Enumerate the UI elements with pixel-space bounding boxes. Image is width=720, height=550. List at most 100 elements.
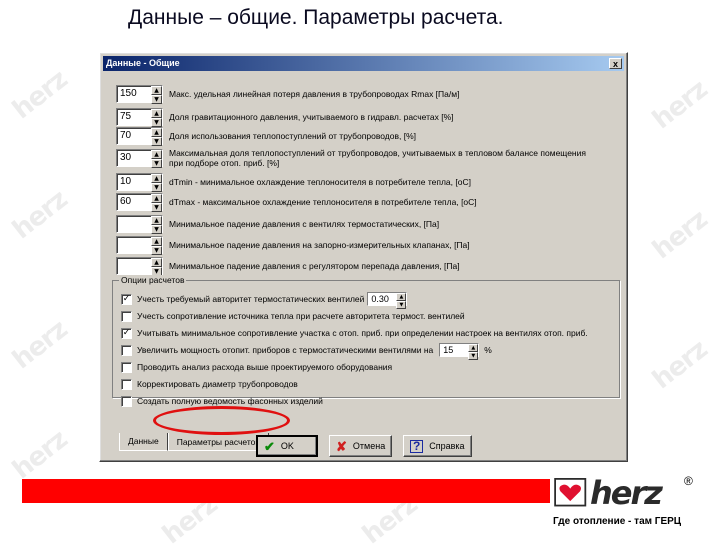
footer-red-bar xyxy=(22,479,550,503)
option-checkbox-row[interactable]: Учесть сопротивление источника тепла при… xyxy=(121,309,465,323)
option-checkbox-row[interactable]: Корректировать диаметр трубопроводов xyxy=(121,377,298,391)
watermark-logo: herz xyxy=(7,184,73,246)
settings-dialog: Данные - Общие x 150 ▲ ▼ Макс. удельная ли… xyxy=(99,52,628,462)
param-row: 30 ▲ ▼ Максимальная доля теплопоступлений … xyxy=(116,147,589,169)
herz-brand-text: herz xyxy=(590,474,663,512)
param-label: Минимальное падение давления на запорно-… xyxy=(169,240,470,250)
param-row: 75 ▲ ▼ Доля гравитационного давления, учит… xyxy=(116,108,454,127)
spin-up-icon[interactable]: ▲ xyxy=(151,194,162,203)
spin-down-icon[interactable]: ▼ xyxy=(151,159,162,168)
ok-label: OK xyxy=(280,441,294,451)
option-label: Проводить анализ расхода выше проектируе… xyxy=(137,362,393,372)
cancel-label: Отмена xyxy=(352,441,386,451)
param-spinner[interactable]: 70 ▲ ▼ xyxy=(116,127,163,146)
param-spinner[interactable]: 60 ▲ ▼ xyxy=(116,193,163,212)
watermark-logo: herz xyxy=(7,314,73,376)
param-row: 60 ▲ ▼ dTmax - максимальное охлаждение теп… xyxy=(116,193,477,212)
help-button[interactable]: ? Справка xyxy=(403,435,472,457)
spin-down-icon[interactable]: ▼ xyxy=(151,118,162,127)
dialog-title: Данные - Общие xyxy=(106,58,180,68)
options-group: Опции расчетов ✓ Учесть требуемый автори… xyxy=(112,275,620,407)
checkbox[interactable] xyxy=(121,344,132,356)
checkbox[interactable] xyxy=(121,310,132,322)
spin-up-icon[interactable]: ▲ xyxy=(151,86,162,95)
checkbox[interactable]: ✓ xyxy=(121,327,132,339)
spin-down-icon[interactable]: ▼ xyxy=(151,225,162,234)
param-label: Минимальное падение давления с вентилях … xyxy=(169,219,440,229)
param-spinner[interactable]: ▲ ▼ xyxy=(116,257,163,276)
param-row: ▲ ▼ Минимальное падение давления с регуля… xyxy=(116,257,460,276)
power-increase-spinner[interactable]: 15 ▲ ▼ xyxy=(439,343,480,360)
option-checkbox-row[interactable]: ✓ Учесть требуемый авторитет термостатич… xyxy=(121,292,408,309)
param-spinner[interactable]: ▲ ▼ xyxy=(116,236,163,255)
spin-down-icon[interactable]: ▼ xyxy=(396,301,407,309)
option-label: Учесть сопротивление источника тепла при… xyxy=(137,311,465,321)
param-row: 10 ▲ ▼ dTmin - минимальное охлаждение тепл… xyxy=(116,173,471,192)
spin-down-icon[interactable]: ▼ xyxy=(468,352,479,360)
param-spinner[interactable]: 150 ▲ ▼ xyxy=(116,85,163,104)
spin-down-icon[interactable]: ▼ xyxy=(151,246,162,255)
param-row: 70 ▲ ▼ Доля использования теплопоступлений… xyxy=(116,127,416,146)
spin-down-icon[interactable]: ▼ xyxy=(151,183,162,192)
spin-up-icon[interactable]: ▲ xyxy=(151,174,162,183)
option-label: Увеличить мощность отопит. приборов с те… xyxy=(137,345,434,355)
option-checkbox-row[interactable]: Проводить анализ расхода выше проектируе… xyxy=(121,360,392,374)
watermark-logo: herz xyxy=(647,204,713,266)
checkbox[interactable] xyxy=(121,361,132,373)
param-spinner[interactable]: 30 ▲ ▼ xyxy=(116,149,163,168)
dialog-titlebar[interactable]: Данные - Общие x xyxy=(103,56,624,71)
spin-down-icon[interactable]: ▼ xyxy=(151,203,162,212)
watermark-logo: herz xyxy=(7,64,73,126)
tab-panel-parameters: 150 ▲ ▼ Макс. удельная линейная потеря дав… xyxy=(107,77,620,463)
option-checkbox-row[interactable]: ✓ Учитывать минимальное сопротивление уч… xyxy=(121,326,588,340)
authority-spinner[interactable]: 0.30 ▲ ▼ xyxy=(367,292,408,309)
spin-up-icon[interactable]: ▲ xyxy=(151,150,162,159)
ok-button[interactable]: ✔ OK xyxy=(256,435,318,457)
spin-up-icon[interactable]: ▲ xyxy=(151,109,162,118)
close-button[interactable]: x xyxy=(609,58,622,69)
param-row: ▲ ▼ Минимальное падение давления на запор… xyxy=(116,236,470,255)
watermark-logo: herz xyxy=(7,424,73,486)
slide-title: Данные – общие. Параметры расчета. xyxy=(128,6,504,29)
option-checkbox-row[interactable]: Увеличить мощность отопит. приборов с те… xyxy=(121,343,492,360)
param-row: ▲ ▼ Минимальное падение давления с вентил… xyxy=(116,215,440,234)
spin-up-icon[interactable]: ▲ xyxy=(396,293,407,301)
cross-icon: ✘ xyxy=(336,438,347,454)
param-label: Макс. удельная линейная потеря давления … xyxy=(169,89,460,99)
param-label: Доля гравитационного давления, учитываем… xyxy=(169,112,454,122)
param-spinner[interactable]: ▲ ▼ xyxy=(116,215,163,234)
tab-strip: Данные Параметры расчетов xyxy=(119,433,269,451)
option-label: Создать полную ведомость фасонных издели… xyxy=(137,396,323,406)
param-label: Доля использования теплопоступлений от т… xyxy=(169,131,416,141)
highlight-ellipse xyxy=(153,406,290,435)
param-label: dTmin - минимальное охлаждение теплоноси… xyxy=(169,177,471,187)
registered-mark: ® xyxy=(684,474,693,488)
param-spinner[interactable]: 75 ▲ ▼ xyxy=(116,108,163,127)
checkbox[interactable] xyxy=(121,378,132,390)
tab-data[interactable]: Данные xyxy=(119,433,168,451)
spin-down-icon[interactable]: ▼ xyxy=(151,95,162,104)
question-icon: ? xyxy=(410,439,424,453)
spin-up-icon[interactable]: ▲ xyxy=(151,258,162,267)
watermark-logo: herz xyxy=(647,334,713,396)
watermark-logo: herz xyxy=(647,74,713,136)
param-label: dTmax - максимальное охлаждение теплонос… xyxy=(169,197,477,207)
cancel-button[interactable]: ✘ Отмена xyxy=(329,435,393,457)
spin-up-icon[interactable]: ▲ xyxy=(151,216,162,225)
option-label: Учитывать минимальное сопротивление учас… xyxy=(137,328,588,338)
option-label: Учесть требуемый авторитет термостатичес… xyxy=(137,294,365,304)
checkbox[interactable]: ✓ xyxy=(121,293,132,305)
spin-up-icon[interactable]: ▲ xyxy=(468,344,479,352)
spin-up-icon[interactable]: ▲ xyxy=(151,237,162,246)
spin-down-icon[interactable]: ▼ xyxy=(151,137,162,146)
checkmark-icon: ✔ xyxy=(264,438,275,454)
spin-up-icon[interactable]: ▲ xyxy=(151,128,162,137)
param-label: Минимальное падение давления с регулятор… xyxy=(169,261,460,271)
param-row: 150 ▲ ▼ Макс. удельная линейная потеря дав… xyxy=(116,85,460,104)
param-spinner[interactable]: 10 ▲ ▼ xyxy=(116,173,163,192)
tab-calc-parameters[interactable]: Параметры расчетов xyxy=(167,433,269,451)
percent-suffix: % xyxy=(484,345,492,355)
checkbox[interactable] xyxy=(121,395,132,407)
options-group-title: Опции расчетов xyxy=(119,275,187,285)
param-label: Максимальная доля теплопоступлений от тр… xyxy=(169,148,586,168)
